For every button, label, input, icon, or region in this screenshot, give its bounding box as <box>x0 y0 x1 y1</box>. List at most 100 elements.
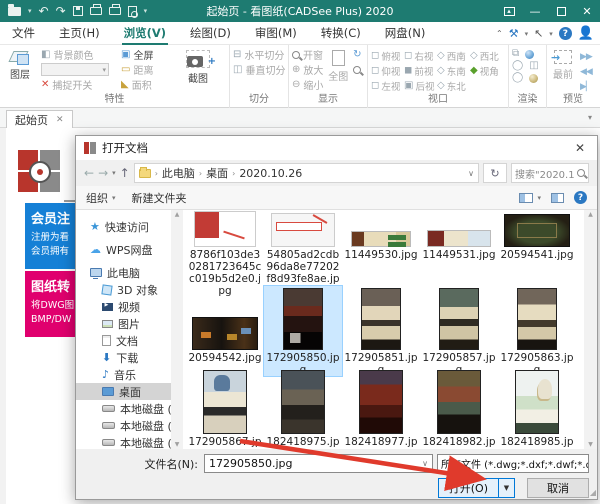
dialog-help-icon[interactable]: ? <box>574 191 587 204</box>
tab-file[interactable]: 文件 <box>0 22 47 45</box>
last-page-button[interactable]: ▶▏ <box>580 80 594 93</box>
preview-pane-icon[interactable] <box>551 193 564 203</box>
render-wire-icon[interactable]: ⧉ <box>512 49 519 59</box>
tab-home[interactable]: 主页(H) <box>47 22 112 45</box>
open-button[interactable]: 打开(O) ▼ <box>438 478 515 498</box>
view-nw-button[interactable]: ◇西北 <box>470 49 503 63</box>
file-list-scrollbar[interactable]: ▲▼ <box>584 210 597 449</box>
render-cube-icon[interactable]: ◫ <box>529 61 538 71</box>
file-item[interactable]: 11449531.jpg <box>420 210 498 297</box>
render-sphere-gold-icon[interactable] <box>529 74 538 83</box>
tab-browse[interactable]: 浏览(V) <box>112 22 178 45</box>
tab-close-icon[interactable]: ✕ <box>56 115 64 125</box>
resize-grip[interactable]: ◢ <box>590 488 595 497</box>
user-account-icon[interactable]: 👤 <box>578 26 594 41</box>
bring-front-button[interactable]: 最前 <box>550 48 576 93</box>
breadcrumb-folder[interactable]: 2020.10.26 <box>239 167 302 180</box>
nav-3d-objects[interactable]: 3D 对象 <box>76 281 183 298</box>
nav-pictures[interactable]: 图片 <box>76 315 183 332</box>
settings-wrench-icon[interactable]: ⚒ <box>509 27 519 40</box>
scroll-down-icon[interactable]: ▼ <box>588 441 593 448</box>
view-left-button[interactable]: ◻左视 <box>371 79 404 93</box>
redo-icon[interactable]: ↷ <box>56 5 66 17</box>
fit-view-button[interactable]: 全图 <box>327 48 349 93</box>
view-ne-button[interactable]: ◇东北 <box>437 79 470 93</box>
nav-scrollbar[interactable]: ▲▼ <box>171 210 183 449</box>
cancel-button[interactable]: 取消 <box>527 478 589 498</box>
mag-plus-button[interactable] <box>353 63 364 76</box>
undo-icon[interactable]: ↶ <box>39 5 49 17</box>
view-sw-button[interactable]: ◇西南 <box>437 49 470 63</box>
screenshot-button[interactable]: + 截图 <box>181 48 215 93</box>
layers-button[interactable]: 图层 <box>3 48 37 93</box>
file-item[interactable]: 172905851.jpg <box>342 286 420 376</box>
breadcrumb-desktop[interactable]: 桌面 <box>206 165 228 181</box>
scroll-up-icon[interactable]: ▲ <box>175 211 180 218</box>
nav-desktop[interactable]: 桌面 <box>76 383 183 400</box>
dialog-close-icon[interactable]: ✕ <box>571 141 589 155</box>
new-folder-button[interactable]: 新建文件夹 <box>132 190 187 206</box>
file-item[interactable]: 172905867.jpg <box>186 368 264 449</box>
tab-netdisk[interactable]: 网盘(N) <box>373 22 438 45</box>
render-shade-icon[interactable]: ◯ <box>512 73 523 83</box>
ribbon-display-button[interactable]: ▴ <box>496 0 522 22</box>
scroll-up-icon[interactable]: ▲ <box>588 211 593 218</box>
view-angle-button[interactable]: ◆视角 <box>470 64 503 78</box>
cursor-dropdown-icon[interactable]: ▾ <box>549 30 553 38</box>
zoom-in-button[interactable]: ⊕放大 <box>292 63 323 76</box>
print-icon[interactable] <box>90 7 102 15</box>
wrench-dropdown-icon[interactable]: ▾ <box>525 30 529 38</box>
fullscreen-button[interactable]: ▣全屏 <box>121 48 177 61</box>
file-item[interactable]: 172905857.jpg <box>420 286 498 376</box>
open-folder-icon[interactable] <box>8 7 21 16</box>
organize-menu[interactable]: 组织▾ <box>86 190 116 206</box>
file-item[interactable]: 182418977.jpg <box>342 368 420 449</box>
hsplit-button[interactable]: ⊟水平切分 <box>233 48 285 61</box>
snap-toggle-button[interactable]: ✕捕捉开关 <box>41 78 117 91</box>
tab-start-page[interactable]: 起始页 ✕ <box>6 110 73 128</box>
bg-color-button[interactable]: ◧背景颜色 <box>41 48 117 61</box>
preview-doc-icon[interactable] <box>128 6 137 17</box>
minimize-button[interactable]: — <box>522 0 548 22</box>
filetype-select[interactable]: 所有文件 (*.dwg;*.dxf;*.dwf;*.d ∨ <box>437 454 589 473</box>
file-item-selected[interactable]: 172905850.jpg <box>264 286 342 376</box>
forward-icon[interactable]: → <box>98 166 108 180</box>
nav-downloads[interactable]: ⬇下载 <box>76 349 183 366</box>
file-item[interactable]: 8786f103de30281723645cc019b5d2e0.jpg <box>186 210 264 297</box>
nav-wps-cloud[interactable]: ☁WPS网盘 <box>76 241 183 258</box>
tab-list-dropdown-icon[interactable]: ▾ <box>588 113 592 122</box>
convert-promo-card[interactable]: 图纸转 将DWG图 BMP/DW <box>25 271 81 337</box>
breadcrumb[interactable]: › 此电脑 › 桌面 › 2020.10.26 ∨ <box>134 163 479 183</box>
view-back-button[interactable]: ▣后视 <box>404 79 437 93</box>
view-se-button[interactable]: ◇东南 <box>437 64 470 78</box>
cursor-tool-icon[interactable]: ↖ <box>534 27 543 40</box>
breadcrumb-this-pc[interactable]: 此电脑 <box>162 165 195 181</box>
help-icon[interactable]: ? <box>559 27 572 40</box>
nav-videos[interactable]: 视频 <box>76 298 183 315</box>
tab-review[interactable]: 审图(M) <box>243 22 309 45</box>
open-split-dropdown-icon[interactable]: ▼ <box>498 479 514 497</box>
distance-button[interactable]: ▭距离 <box>121 63 177 76</box>
file-item[interactable]: 20594542.jpg <box>186 286 264 376</box>
file-item[interactable]: 172905863.jpg <box>498 286 576 376</box>
collapse-ribbon-icon[interactable]: ⌃ <box>496 29 503 38</box>
nav-music[interactable]: ♪音乐 <box>76 366 183 383</box>
view-top-button[interactable]: ◻俯视 <box>371 49 404 63</box>
close-button[interactable]: ✕ <box>574 0 600 22</box>
back-icon[interactable]: ← <box>84 166 94 180</box>
scroll-down-icon[interactable]: ▼ <box>175 441 180 448</box>
save-icon[interactable] <box>73 6 83 16</box>
render-sphere-blue-icon[interactable] <box>525 50 534 59</box>
zoom-window-button[interactable]: 开窗 <box>292 48 323 61</box>
tab-draw[interactable]: 绘图(D) <box>178 22 243 45</box>
open-dropdown-icon[interactable]: ▾ <box>28 7 32 15</box>
layer-select-dropdown[interactable]: ▾ <box>41 63 109 76</box>
print-preview-icon[interactable] <box>109 7 121 15</box>
refresh-button[interactable]: ↻ <box>483 163 507 183</box>
next-page-button[interactable]: ▶▶ <box>580 50 594 63</box>
view-bottom-button[interactable]: ◻仰视 <box>371 64 404 78</box>
breadcrumb-dropdown-icon[interactable]: ∨ <box>468 169 474 178</box>
history-dropdown-icon[interactable]: ▾ <box>112 169 116 177</box>
zoom-out-button[interactable]: ⊖缩小 <box>292 78 323 91</box>
nav-this-pc[interactable]: 此电脑 <box>76 264 183 281</box>
